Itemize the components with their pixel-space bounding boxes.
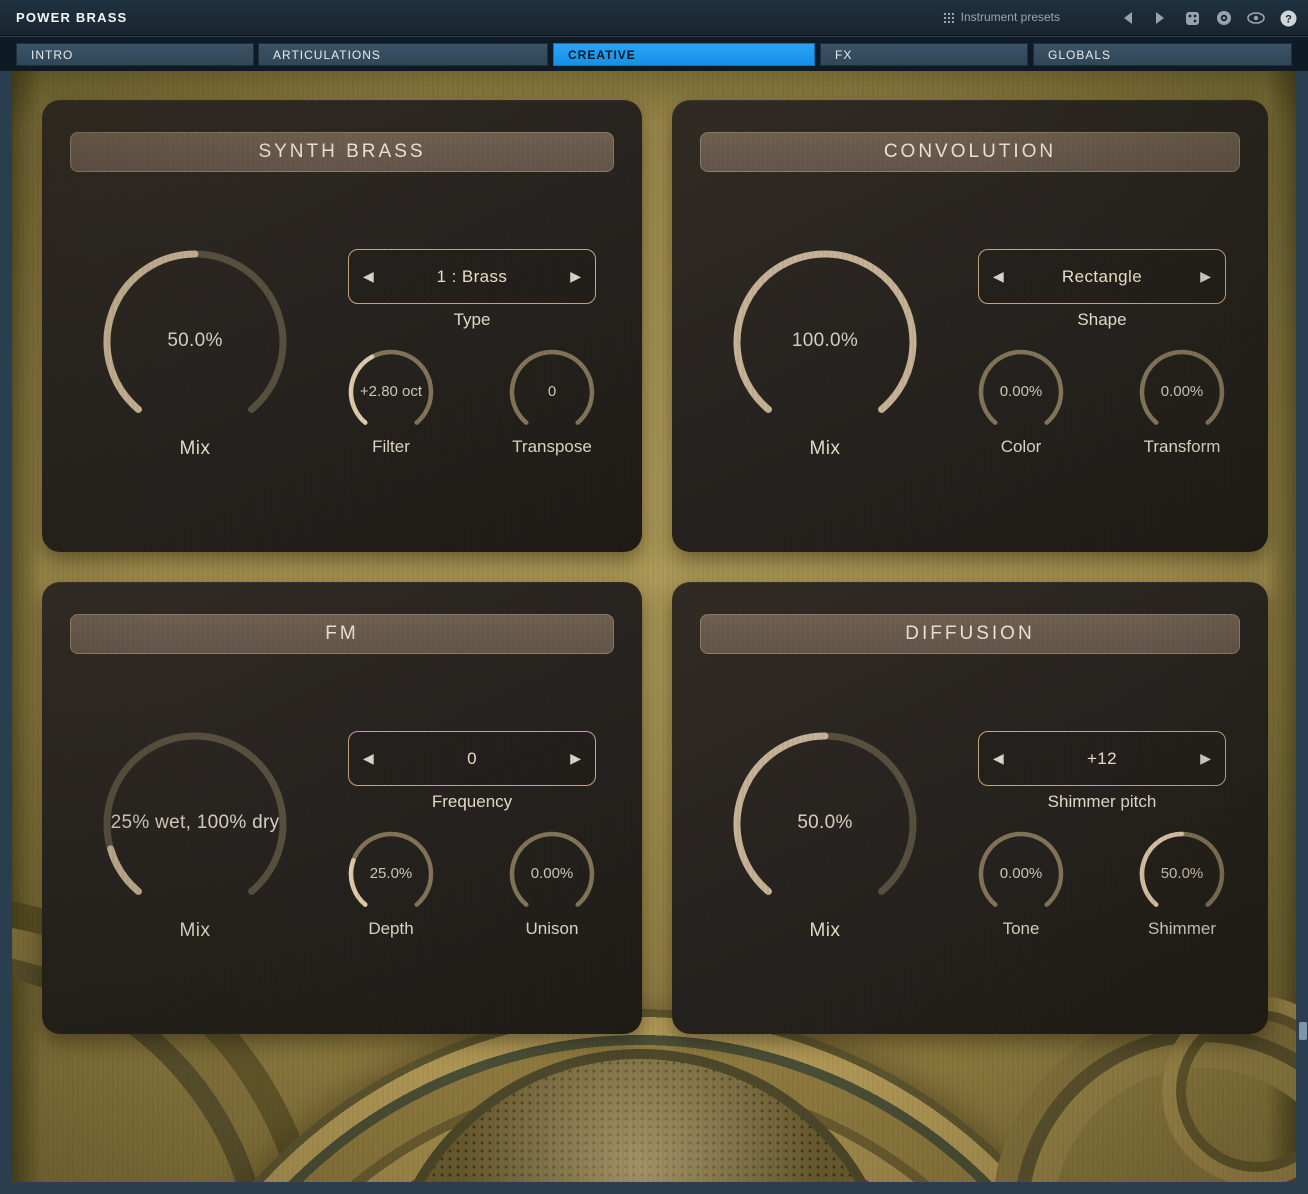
type-selector[interactable]: ◀ 1 : Brass ▶ <box>348 249 596 304</box>
panel-title: SYNTH BRASS <box>70 132 614 172</box>
random-preset-button[interactable] <box>1180 6 1204 30</box>
selector-prev-button[interactable]: ◀ <box>991 750 1006 768</box>
mix-knob[interactable]: 50.0% <box>100 247 290 437</box>
knob-value: 100.0% <box>730 330 920 352</box>
panel-diffusion: DIFFUSION 50.0% Mix ◀ +12 ▶ Shimmer pitc… <box>672 582 1268 1034</box>
help-icon: ? <box>1280 10 1297 27</box>
knob-value: 25.0% <box>331 865 451 882</box>
selector-next-button[interactable]: ▶ <box>568 750 583 768</box>
knob-value: +2.80 oct <box>331 383 451 400</box>
selector-prev-button[interactable]: ◀ <box>361 268 376 286</box>
mix-knob[interactable]: 25% wet, 100% dry <box>100 729 290 919</box>
knob-label: Transform <box>1122 437 1242 457</box>
shimmer-pitch-selector[interactable]: ◀ +12 ▶ <box>978 731 1226 786</box>
knob-value: 50.0% <box>100 330 290 352</box>
knob-label: Unison <box>492 919 612 939</box>
knob-label: Mix <box>125 920 265 942</box>
filter-knob[interactable]: +2.80 oct <box>346 347 436 437</box>
knob-value: 25% wet, 100% dry <box>100 812 290 834</box>
window-title: POWER BRASS <box>16 10 127 25</box>
panel-title: FM <box>70 614 614 654</box>
target-icon <box>1216 10 1232 26</box>
panel-title-text: DIFFUSION <box>905 623 1034 645</box>
view-button[interactable] <box>1244 6 1268 30</box>
prev-preset-button[interactable] <box>1116 6 1140 30</box>
presets-label: Instrument presets <box>961 10 1060 24</box>
tab-intro[interactable]: INTRO <box>16 43 254 66</box>
titlebar: POWER BRASS Instrument presets <box>0 0 1308 36</box>
shimmer-knob[interactable]: 50.0% <box>1137 829 1227 919</box>
eye-icon <box>1247 12 1265 24</box>
mix-knob[interactable]: 100.0% <box>730 247 920 437</box>
grid-icon <box>943 12 954 23</box>
color-knob[interactable]: 0.00% <box>976 347 1066 437</box>
knob-value: 0.00% <box>961 383 1081 400</box>
selector-next-button[interactable]: ▶ <box>1198 268 1213 286</box>
instrument-presets-button[interactable]: Instrument presets <box>943 10 1060 24</box>
knob-label: Shimmer <box>1122 919 1242 939</box>
preset-browser-button[interactable] <box>1212 6 1236 30</box>
shape-selector[interactable]: ◀ Rectangle ▶ <box>978 249 1226 304</box>
prev-arrow-icon <box>1123 12 1133 24</box>
selector-next-button[interactable]: ▶ <box>568 268 583 286</box>
transpose-knob[interactable]: 0 <box>507 347 597 437</box>
knob-value: 0.00% <box>961 865 1081 882</box>
knob-value: 0.00% <box>492 865 612 882</box>
knob-label: Depth <box>331 919 451 939</box>
selector-label: Type <box>372 310 572 330</box>
selector-value: Rectangle <box>1062 267 1142 287</box>
selector-label: Shape <box>1002 310 1202 330</box>
help-button[interactable]: ? <box>1276 6 1300 30</box>
titlebar-icons: ? <box>1116 0 1300 36</box>
knob-label: Mix <box>755 438 895 460</box>
knob-value: 50.0% <box>730 812 920 834</box>
frequency-selector[interactable]: ◀ 0 ▶ <box>348 731 596 786</box>
knob-label: Filter <box>331 437 451 457</box>
panel-synth-brass: SYNTH BRASS 50.0% Mix ◀ 1 : Brass ▶ Type… <box>42 100 642 552</box>
transform-knob[interactable]: 0.00% <box>1137 347 1227 437</box>
selector-value: 0 <box>467 749 477 769</box>
panel-title-text: CONVOLUTION <box>884 141 1056 163</box>
selector-label: Shimmer pitch <box>1002 792 1202 812</box>
knob-value: 50.0% <box>1122 865 1242 882</box>
next-preset-button[interactable] <box>1148 6 1172 30</box>
plugin-window: POWER BRASS Instrument presets <box>0 0 1308 1194</box>
panel-title: DIFFUSION <box>700 614 1240 654</box>
selector-value: +12 <box>1087 749 1117 769</box>
tabbar: INTRO ARTICULATIONS CREATIVE FX GLOBALS <box>0 37 1308 71</box>
selector-value: 1 : Brass <box>437 267 508 287</box>
panel-convolution: CONVOLUTION 100.0% Mix ◀ Rectangle ▶ Sha… <box>672 100 1268 552</box>
depth-knob[interactable]: 25.0% <box>346 829 436 919</box>
knob-label: Color <box>961 437 1081 457</box>
tab-articulations[interactable]: ARTICULATIONS <box>258 43 548 66</box>
selector-prev-button[interactable]: ◀ <box>361 750 376 768</box>
knob-label: Tone <box>961 919 1081 939</box>
svg-text:?: ? <box>1285 13 1292 25</box>
panel-title-text: SYNTH BRASS <box>258 141 425 163</box>
selector-next-button[interactable]: ▶ <box>1198 750 1213 768</box>
panel-title: CONVOLUTION <box>700 132 1240 172</box>
next-arrow-icon <box>1155 12 1165 24</box>
dice-icon <box>1185 11 1200 26</box>
tab-creative[interactable]: CREATIVE <box>553 43 815 66</box>
resize-handle[interactable] <box>1299 1022 1307 1040</box>
knob-value: 0 <box>492 383 612 400</box>
knob-label: Mix <box>755 920 895 942</box>
knob-label: Mix <box>125 438 265 460</box>
tone-knob[interactable]: 0.00% <box>976 829 1066 919</box>
knob-label: Transpose <box>492 437 612 457</box>
selector-prev-button[interactable]: ◀ <box>991 268 1006 286</box>
mix-knob[interactable]: 50.0% <box>730 729 920 919</box>
panel-title-text: FM <box>325 623 358 645</box>
knob-value: 0.00% <box>1122 383 1242 400</box>
tab-fx[interactable]: FX <box>820 43 1028 66</box>
unison-knob[interactable]: 0.00% <box>507 829 597 919</box>
selector-label: Frequency <box>372 792 572 812</box>
tab-globals[interactable]: GLOBALS <box>1033 43 1292 66</box>
panel-fm: FM 25% wet, 100% dry Mix ◀ 0 ▶ Frequency… <box>42 582 642 1034</box>
main-content: SYNTH BRASS 50.0% Mix ◀ 1 : Brass ▶ Type… <box>12 71 1296 1182</box>
